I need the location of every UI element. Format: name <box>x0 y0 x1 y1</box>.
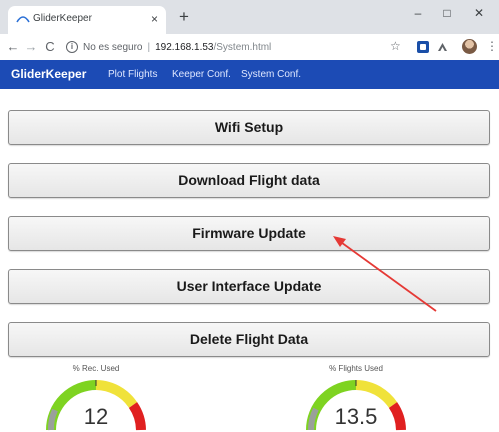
brand-link[interactable]: GliderKeeper <box>11 67 86 81</box>
gauge-value: 13.5 <box>334 404 378 429</box>
url-host[interactable]: 192.168.1.53 <box>155 42 213 53</box>
profile-avatar[interactable] <box>462 39 477 54</box>
delete-flight-data-button[interactable]: Delete Flight Data <box>8 322 490 357</box>
url-path[interactable]: /System.html <box>213 42 271 53</box>
gauge-value: 12 <box>83 404 109 429</box>
wifi-setup-button[interactable]: Wifi Setup <box>8 110 490 145</box>
forward-button[interactable]: → <box>22 37 40 57</box>
window-close-button[interactable]: ✕ <box>468 4 490 22</box>
download-flight-data-button[interactable]: Download Flight data <box>8 163 490 198</box>
bookmark-star-icon[interactable]: ☆ <box>390 39 401 53</box>
drive-extension-icon[interactable] <box>436 40 449 53</box>
reload-button[interactable]: C <box>41 37 59 57</box>
flights-used-gauge: % Flights Used 13.5 <box>301 360 411 432</box>
tab-title: GliderKeeper <box>33 13 92 24</box>
user-interface-update-button[interactable]: User Interface Update <box>8 269 490 304</box>
info-icon[interactable]: i <box>66 41 78 53</box>
minimize-button[interactable]: – <box>407 4 429 22</box>
firmware-update-button[interactable]: Firmware Update <box>8 216 490 251</box>
security-status[interactable]: No es seguro <box>83 42 142 53</box>
glider-favicon-icon <box>16 16 30 23</box>
browser-window: GliderKeeper × + – □ ✕ ← → C i No es seg… <box>0 0 499 432</box>
maximize-button[interactable]: □ <box>436 4 458 22</box>
browser-toolbar: ← → C i No es seguro | 192.168.1.53/Syst… <box>0 34 499 60</box>
new-tab-button[interactable]: + <box>173 6 195 28</box>
nav-system-conf[interactable]: System Conf. <box>241 69 301 80</box>
address-bar[interactable]: i No es seguro | 192.168.1.53/System.htm… <box>62 36 414 58</box>
extension-icon[interactable] <box>417 41 429 53</box>
back-button[interactable]: ← <box>4 37 22 57</box>
browser-tab[interactable]: GliderKeeper × <box>8 6 166 34</box>
app-navbar: GliderKeeper Plot Flights Keeper Conf. S… <box>0 60 499 89</box>
nav-plot-flights[interactable]: Plot Flights <box>108 69 157 80</box>
nav-keeper-conf[interactable]: Keeper Conf. <box>172 69 231 80</box>
tab-close-icon[interactable]: × <box>151 12 158 26</box>
rec-used-gauge: % Rec. Used 12 <box>41 360 151 432</box>
tab-strip: GliderKeeper × + – □ ✕ <box>0 0 499 34</box>
url-separator: | <box>147 41 151 53</box>
browser-menu-icon[interactable]: ⋮ <box>486 38 498 54</box>
